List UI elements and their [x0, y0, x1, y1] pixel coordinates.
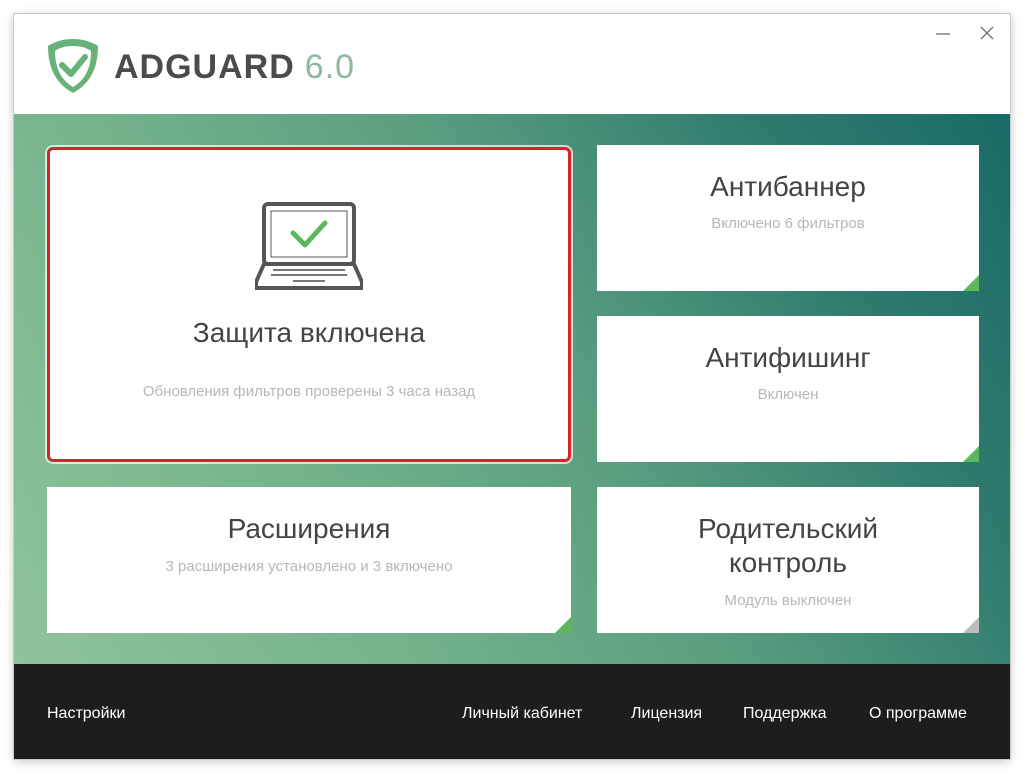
about-link[interactable]: О программе: [869, 704, 967, 724]
minimize-icon: [936, 33, 950, 35]
antibanner-card[interactable]: Антибаннер Включено 6 фильтров: [597, 145, 979, 291]
protection-subtitle: Обновления фильтров проверены 3 часа наз…: [142, 383, 476, 400]
dashboard: Защита включена Обновления фильтров пров…: [14, 114, 1010, 664]
app-title: ADGUARD 6.0: [114, 47, 355, 87]
extensions-subtitle: 3 расширения установлено и 3 включено: [165, 558, 453, 575]
parental-subtitle: Модуль выключен: [724, 592, 852, 609]
parental-title-line2: контроль: [729, 547, 847, 578]
status-corner-indicator: [555, 617, 571, 633]
protection-status-card[interactable]: Защита включена Обновления фильтров пров…: [47, 147, 571, 462]
status-corner-indicator: [963, 617, 979, 633]
account-link[interactable]: Личный кабинет: [462, 704, 582, 724]
support-link[interactable]: Поддержка: [743, 704, 826, 724]
app-version: 6.0: [304, 48, 356, 86]
antiphishing-card[interactable]: Антифишинг Включен: [597, 316, 979, 462]
protection-title: Защита включена: [192, 317, 426, 348]
license-link[interactable]: Лицензия: [631, 704, 702, 724]
extensions-title: Расширения: [227, 513, 391, 544]
status-corner-indicator: [963, 446, 979, 462]
close-button[interactable]: [974, 22, 1000, 44]
extensions-card[interactable]: Расширения 3 расширения установлено и 3 …: [47, 487, 571, 633]
footer-nav: Настройки Личный кабинет Лицензия Поддер…: [14, 664, 1010, 759]
minimize-button[interactable]: [930, 22, 956, 44]
settings-link[interactable]: Настройки: [47, 704, 125, 724]
close-icon: [980, 26, 994, 40]
parental-title-line1: Родительский: [698, 513, 878, 544]
antiphishing-title: Антифишинг: [705, 342, 871, 373]
status-corner-indicator: [963, 275, 979, 291]
titlebar: ADGUARD 6.0: [14, 14, 1010, 114]
antibanner-subtitle: Включено 6 фильтров: [711, 215, 865, 232]
adguard-shield-logo: [48, 39, 98, 93]
window-controls: [930, 22, 1000, 44]
brand-name: ADGUARD: [114, 48, 295, 86]
laptop-check-icon: [255, 202, 363, 290]
parental-control-card[interactable]: Родительский контроль Модуль выключен: [597, 487, 979, 633]
antibanner-title: Антибаннер: [710, 171, 866, 202]
app-window: ADGUARD 6.0 Защита включена Обновления ф…: [14, 14, 1010, 759]
antiphishing-subtitle: Включен: [757, 386, 819, 403]
